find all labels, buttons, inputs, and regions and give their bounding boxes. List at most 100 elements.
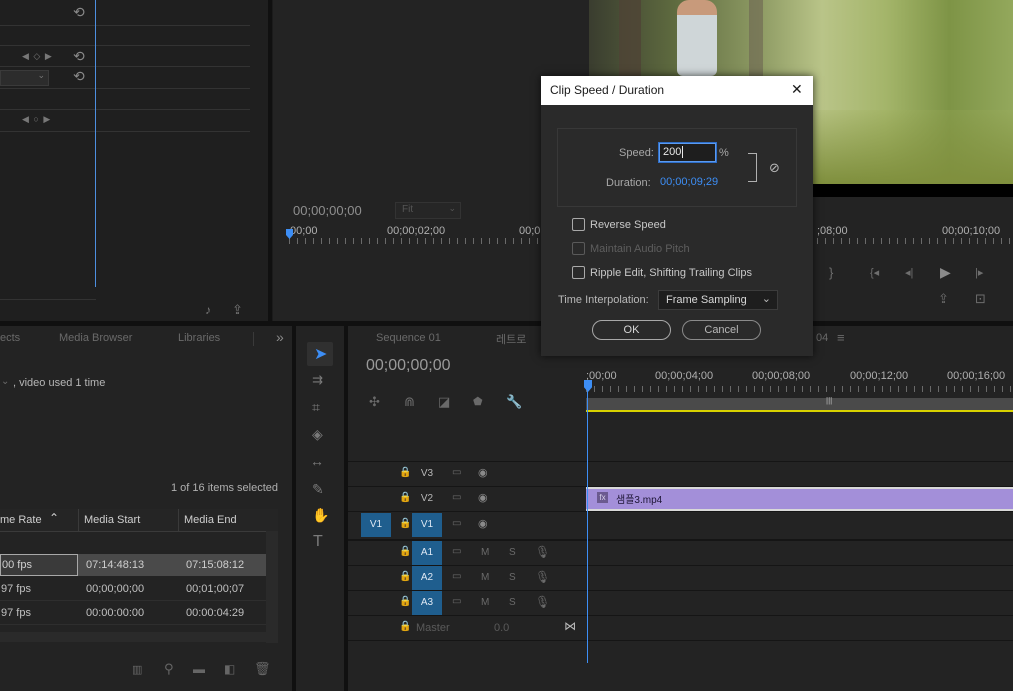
close-icon[interactable]: ✕	[791, 81, 803, 98]
reverse-speed-checkbox[interactable]	[572, 218, 585, 231]
track-target-v2[interactable]: V2	[412, 488, 442, 510]
nest-icon[interactable]: ✣	[369, 394, 380, 410]
go-to-in-icon[interactable]: {◂	[870, 266, 879, 279]
duration-value[interactable]: 00;00;09;29	[660, 176, 718, 188]
tab-media-browser[interactable]: Media Browser	[59, 332, 132, 344]
eye-icon[interactable]: ◉	[478, 466, 488, 479]
tab-effects[interactable]: ects	[0, 332, 20, 344]
track-target-v3[interactable]: V3	[412, 463, 442, 485]
share-icon[interactable]: ⇪	[232, 302, 243, 318]
trash-icon[interactable]: 🗑	[254, 661, 271, 677]
col-frame-rate[interactable]: me Rate	[0, 514, 42, 526]
reset-icon[interactable]: ⟲	[73, 4, 85, 21]
mic-icon[interactable]: 🎙	[535, 545, 550, 559]
mute-button[interactable]: M	[481, 547, 489, 558]
reset-icon[interactable]: ⟲	[73, 68, 85, 85]
video-clip[interactable]: fx 샘플3.mp4	[586, 487, 1013, 511]
blend-dropdown[interactable]: ⌄	[0, 70, 49, 86]
lock-icon[interactable]: 🔒	[399, 467, 411, 478]
timeline-ruler[interactable]	[586, 386, 1013, 392]
solo-button[interactable]: S	[509, 572, 516, 583]
cancel-button[interactable]: Cancel	[682, 320, 761, 340]
chevron-down-icon[interactable]: ⌄	[1, 376, 9, 387]
track-target-a3[interactable]: A3	[412, 591, 442, 615]
sync-lock-icon[interactable]: ▭	[452, 467, 461, 478]
work-area-bar[interactable]: |||	[586, 396, 1013, 412]
folder-icon[interactable]: ▬	[193, 662, 205, 676]
panel-menu-icon[interactable]: ≡	[837, 330, 845, 345]
export-frame-icon[interactable]: ♪	[205, 303, 211, 317]
mute-button[interactable]: M	[481, 572, 489, 583]
timeline-timecode[interactable]: 00;00;00;00	[366, 357, 451, 375]
source-patch-v1[interactable]: V1	[361, 513, 391, 537]
step-forward-icon[interactable]: |▸	[975, 266, 983, 279]
more-panels-icon[interactable]: »	[276, 329, 284, 345]
table-row[interactable]: 97 fps 00:00:00:00 00:00:04:29	[0, 602, 266, 625]
lock-icon[interactable]: 🔒	[399, 518, 411, 529]
razor-icon[interactable]: ◈	[312, 426, 323, 443]
ripple-edit-checkbox[interactable]	[572, 266, 585, 279]
mic-icon[interactable]: 🎙	[535, 595, 550, 609]
ripple-edit-icon[interactable]: ⌗	[312, 399, 320, 416]
slip-icon[interactable]: ↔	[310, 453, 324, 469]
track-select-icon[interactable]: ⇉	[312, 372, 323, 388]
table-row[interactable]: 97 fps 00;00;00;00 00;01;00;07	[0, 578, 266, 601]
linked-selection-icon[interactable]: ◪	[438, 394, 450, 410]
keyframe-nav[interactable]: ◀ ○ ▶	[22, 114, 51, 125]
table-row-selected[interactable]: 00 fps 07:14:48:13 07:15:08:12	[0, 554, 266, 576]
sync-lock-icon[interactable]: ▭	[452, 596, 461, 607]
go-to-end-icon[interactable]: ⋈	[564, 619, 576, 633]
extract-icon[interactable]: ⊡	[975, 291, 986, 307]
hand-icon[interactable]: ✋	[312, 507, 329, 524]
fit-dropdown[interactable]: Fit ⌄	[395, 202, 461, 219]
program-timecode[interactable]: 00;00;00;00	[293, 203, 362, 218]
wrench-icon[interactable]: 🔧	[506, 394, 522, 410]
speed-input[interactable]: 200	[659, 143, 716, 162]
tab-libraries[interactable]: Libraries	[178, 332, 220, 344]
solo-button[interactable]: S	[509, 597, 516, 608]
snap-icon[interactable]: ⋒	[404, 394, 415, 410]
time-interpolation-select[interactable]: Frame Sampling ⌄	[658, 290, 778, 310]
lock-icon[interactable]: 🔒	[399, 492, 411, 503]
panel-splitter[interactable]	[268, 0, 272, 321]
col-media-end[interactable]: Media End	[184, 514, 237, 526]
play-icon[interactable]: ▶	[940, 264, 951, 281]
sync-lock-icon[interactable]: ▭	[452, 492, 461, 503]
sort-asc-icon[interactable]: ⌃	[49, 511, 59, 525]
solo-button[interactable]: S	[509, 547, 516, 558]
new-item-icon[interactable]: ◧	[224, 662, 235, 676]
add-marker-icon[interactable]: ⬟	[473, 395, 483, 408]
type-icon[interactable]: T	[313, 533, 323, 551]
scrollbar-horizontal[interactable]	[0, 632, 278, 642]
sync-lock-icon[interactable]: ▭	[452, 571, 461, 582]
cell-frame-rate[interactable]: 00 fps	[0, 554, 78, 576]
eye-icon[interactable]: ◉	[478, 517, 488, 530]
dialog-titlebar[interactable]: Clip Speed / Duration ✕	[541, 76, 813, 105]
tab-retro[interactable]: 레트로	[496, 331, 526, 347]
freeform-view-icon[interactable]: ▥	[132, 663, 142, 676]
mic-icon[interactable]: 🎙	[535, 570, 550, 584]
eye-icon[interactable]: ◉	[478, 491, 488, 504]
tab-sequence-01[interactable]: Sequence 01	[376, 332, 441, 344]
lift-icon[interactable]: ⇪	[938, 291, 949, 307]
sync-lock-icon[interactable]: ▭	[452, 546, 461, 557]
keyframe-nav[interactable]: ◀ ◇ ▶	[22, 51, 53, 62]
scrollbar[interactable]	[266, 531, 278, 643]
search-icon[interactable]: ⚲	[164, 661, 174, 677]
col-media-start[interactable]: Media Start	[84, 514, 140, 526]
link-icon[interactable]: ⊘	[769, 160, 780, 176]
track-target-a1[interactable]: A1	[412, 541, 442, 565]
pen-icon[interactable]: ✎	[312, 481, 324, 498]
sync-lock-icon[interactable]: ▭	[452, 518, 461, 529]
master-value[interactable]: 0.0	[494, 622, 509, 634]
mark-out-icon[interactable]: }	[829, 265, 833, 280]
lock-icon[interactable]: 🔒	[399, 546, 411, 557]
track-target-a2[interactable]: A2	[412, 566, 442, 590]
tab-04[interactable]: 04	[816, 332, 828, 344]
reset-icon[interactable]: ⟲	[73, 48, 85, 65]
mute-button[interactable]: M	[481, 597, 489, 608]
ok-button[interactable]: OK	[592, 320, 671, 340]
track-target-v1[interactable]: V1	[412, 513, 442, 537]
lock-icon[interactable]: 🔒	[399, 571, 411, 582]
step-back-icon[interactable]: ◂|	[905, 266, 913, 279]
